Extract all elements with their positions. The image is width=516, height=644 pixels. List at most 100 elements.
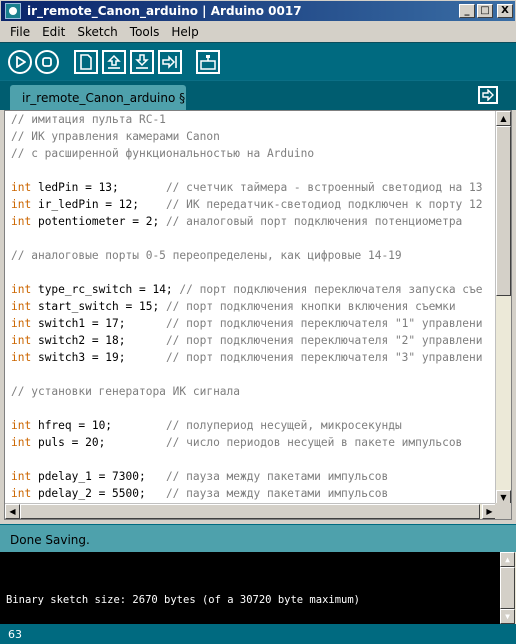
code-comment: // порт подключения переключателя "3" уп… (165, 351, 483, 364)
code-keyword: int (11, 215, 32, 228)
code-keyword: int (11, 198, 32, 211)
new-button[interactable] (74, 49, 98, 74)
code-token: switch1 = 17; (31, 317, 166, 330)
close-button[interactable]: X (497, 4, 513, 18)
status-message: Done Saving. (0, 524, 516, 552)
code-comment: // аналоговые порты 0-5 переопределены, … (11, 249, 402, 262)
code-line[interactable]: int pdelay_1 = 7300; // пауза между паке… (11, 468, 497, 485)
code-comment: // порт подключения кнопки включения съе… (165, 300, 456, 313)
code-line[interactable]: int start_switch = 15; // порт подключен… (11, 298, 497, 315)
menu-edit[interactable]: Edit (36, 25, 71, 39)
code-keyword: int (11, 283, 32, 296)
code-keyword: int (11, 181, 32, 194)
code-line[interactable] (11, 400, 497, 417)
code-comment: // полупериод несущей, микросекунды (165, 419, 402, 432)
tab-strip: ir_remote_Canon_arduino § (0, 80, 516, 111)
code-comment: // счетчик таймера - встроенный светодио… (165, 181, 483, 194)
code-keyword: int (11, 419, 32, 432)
code-line[interactable]: int puls = 20; // число периодов несущей… (11, 434, 497, 451)
code-token: start_switch = 15; (31, 300, 166, 313)
code-token: ir_ledPin = 12; (31, 198, 166, 211)
horizontal-scroll-thumb[interactable] (20, 504, 480, 519)
open-icon (107, 54, 121, 69)
code-keyword: int (11, 317, 32, 330)
serial-monitor-button[interactable] (196, 49, 220, 74)
upload-icon (162, 54, 177, 69)
code-comment: // порт подключения переключателя запуск… (179, 283, 483, 296)
code-comment: // число периодов несущей в пакете импул… (165, 436, 463, 449)
code-token: puls = 20; (31, 436, 166, 449)
code-line[interactable]: int pdelay_2 = 5500; // пауза между паке… (11, 485, 497, 502)
code-line[interactable]: int hfreq = 10; // полупериод несущей, м… (11, 417, 497, 434)
code-comment: // порт подключения переключателя "2" уп… (165, 334, 483, 347)
code-line[interactable]: int switch1 = 17; // порт подключения пе… (11, 315, 497, 332)
console-scroll-up-arrow-icon[interactable]: ▲ (500, 552, 515, 567)
code-comment: // установки генератора ИК сигнала (11, 385, 241, 398)
code-token: potentiometer = 2; (31, 215, 166, 228)
serial-monitor-icon (200, 54, 216, 70)
console-text: Binary sketch size: 2670 bytes (of a 307… (6, 594, 361, 606)
code-comment: // имитация пульта RC-1 (11, 113, 166, 126)
code-line[interactable]: int potentiometer = 2; // аналоговый пор… (11, 213, 497, 230)
code-keyword: int (11, 470, 32, 483)
code-line[interactable]: int ir_ledPin = 12; // ИК передатчик-све… (11, 196, 497, 213)
menu-sketch[interactable]: Sketch (71, 25, 123, 39)
menu-tools[interactable]: Tools (124, 25, 166, 39)
vertical-scrollbar[interactable]: ▲ ▼ (495, 111, 511, 505)
vertical-scroll-thumb[interactable] (496, 126, 511, 296)
stop-button[interactable] (35, 49, 59, 74)
code-line[interactable]: // ИК управления камерами Canon (11, 128, 497, 145)
code-text[interactable]: // имитация пульта RC-1 // ИК управления … (11, 111, 497, 505)
window-title: ir_remote_Canon_arduino | Arduino 0017 (27, 4, 302, 18)
menu-file[interactable]: File (4, 25, 36, 39)
open-button[interactable] (102, 49, 126, 74)
code-line[interactable]: int type_rc_switch = 14; // порт подключ… (11, 281, 497, 298)
code-line[interactable]: // аналоговые порты 0-5 переопределены, … (11, 247, 497, 264)
code-line[interactable] (11, 230, 497, 247)
code-keyword: int (11, 300, 32, 313)
code-comment: // аналоговый порт подключения потенциом… (165, 215, 463, 228)
code-token: switch2 = 18; (31, 334, 166, 347)
code-comment: // порт подключения переключателя "1" уп… (165, 317, 483, 330)
verify-icon (16, 55, 26, 68)
line-number: 63 (8, 628, 22, 641)
minimize-button[interactable]: _ (459, 4, 475, 18)
scroll-corner (495, 503, 511, 519)
code-token: pdelay_2 = 5500; (31, 487, 166, 500)
console-scrollbar[interactable]: ▲ ▼ (500, 552, 516, 624)
maximize-button[interactable]: □ (477, 4, 493, 18)
tab-menu-button[interactable] (478, 86, 498, 104)
console-scroll-thumb[interactable] (500, 567, 515, 609)
verify-button[interactable] (8, 49, 32, 74)
code-keyword: int (11, 351, 32, 364)
save-button[interactable] (130, 49, 154, 74)
horizontal-scrollbar[interactable]: ◀ ▶ (5, 503, 497, 519)
code-keyword: int (11, 334, 32, 347)
code-line[interactable] (11, 451, 497, 468)
upload-button[interactable] (158, 49, 182, 74)
code-line[interactable]: // имитация пульта RC-1 (11, 111, 497, 128)
console-scroll-down-arrow-icon[interactable]: ▼ (500, 609, 515, 624)
scroll-left-arrow-icon[interactable]: ◀ (5, 504, 20, 519)
menu-help[interactable]: Help (165, 25, 204, 39)
code-comment: // ИК управления камерами Canon (11, 130, 220, 143)
code-line[interactable]: // установки генератора ИК сигнала (11, 383, 497, 400)
code-line[interactable]: int ledPin = 13; // счетчик таймера - вс… (11, 179, 497, 196)
code-comment: // с расширенной функциональностью на Ar… (11, 147, 315, 160)
code-comment: // пауза между пакетами импульсов (165, 487, 389, 500)
code-line[interactable] (11, 366, 497, 383)
arrow-right-icon (482, 89, 494, 101)
stop-icon (42, 56, 52, 67)
code-line[interactable]: int switch3 = 19; // порт подключения пе… (11, 349, 497, 366)
code-line[interactable]: int switch2 = 18; // порт подключения пе… (11, 332, 497, 349)
code-line[interactable] (11, 162, 497, 179)
code-editor[interactable]: // имитация пульта RC-1 // ИК управления … (4, 110, 512, 520)
window-controls: _ □ X (459, 4, 513, 18)
tab-sketch[interactable]: ir_remote_Canon_arduino § (10, 85, 186, 111)
code-comment: // пауза между пакетами импульсов (165, 470, 389, 483)
code-token: ledPin = 13; (31, 181, 166, 194)
code-line[interactable] (11, 264, 497, 281)
code-line[interactable]: // с расширенной функциональностью на Ar… (11, 145, 497, 162)
scroll-up-arrow-icon[interactable]: ▲ (496, 111, 511, 126)
code-token: hfreq = 10; (31, 419, 166, 432)
